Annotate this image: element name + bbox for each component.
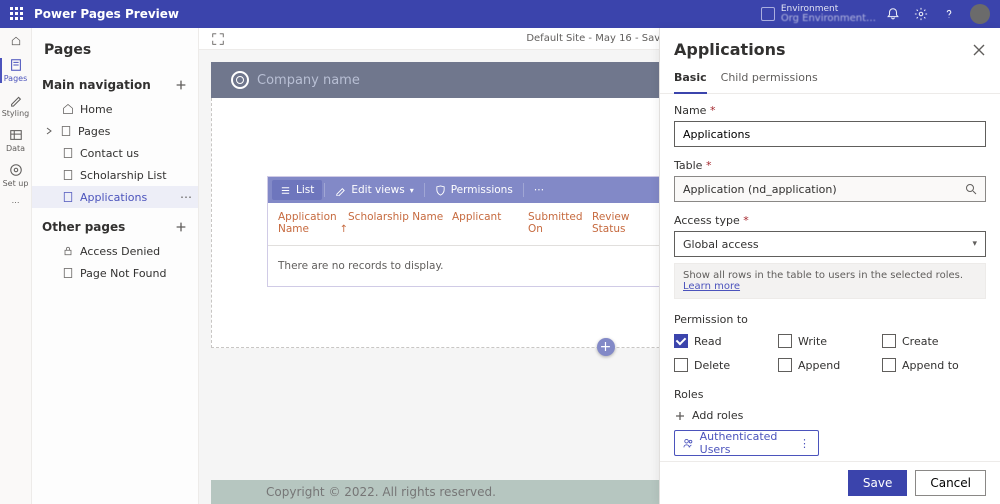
help-icon[interactable]	[942, 7, 956, 21]
data-icon	[9, 128, 23, 142]
shield-icon	[435, 185, 446, 196]
page-icon	[62, 147, 74, 159]
perm-append[interactable]: Append	[778, 358, 882, 372]
nav-rail: Pages Styling Data Set up ⋯	[0, 28, 32, 504]
list-tab[interactable]: List	[272, 180, 322, 200]
app-title: Power Pages Preview	[34, 7, 179, 21]
tree-applications[interactable]: Applications ⋯	[32, 186, 198, 208]
app-topbar: Power Pages Preview Environment Org Envi…	[0, 0, 1000, 28]
tree-scholarship[interactable]: Scholarship List	[32, 164, 198, 186]
permission-to-label: Permission to	[674, 313, 986, 326]
perm-read[interactable]: Read	[674, 334, 778, 348]
lock-icon	[62, 245, 74, 257]
table-label: Table	[674, 159, 702, 172]
other-pages-label: Other pages	[42, 220, 125, 234]
list-icon	[280, 185, 291, 196]
app-launcher-icon[interactable]	[10, 7, 24, 21]
settings-icon[interactable]	[914, 7, 928, 21]
sort-asc-icon: ↑	[340, 224, 348, 235]
close-icon[interactable]	[972, 43, 986, 57]
rail-more[interactable]: ⋯	[0, 194, 32, 211]
tab-basic[interactable]: Basic	[674, 65, 707, 94]
company-name[interactable]: Company name	[257, 73, 360, 88]
rail-home[interactable]	[0, 32, 32, 52]
name-label: Name	[674, 104, 706, 117]
chevron-down-icon: ▾	[410, 186, 414, 195]
list-more-button[interactable]: ⋯	[526, 180, 553, 200]
role-authenticated-users[interactable]: Authenticated Users ⋮	[674, 430, 819, 456]
add-page-icon[interactable]	[174, 78, 188, 92]
environment-value: Org Environment…	[781, 14, 876, 24]
page-icon	[62, 267, 74, 279]
chevron-right-icon	[44, 126, 54, 136]
save-button[interactable]: Save	[848, 470, 907, 496]
permissions-button[interactable]: Permissions	[427, 180, 521, 200]
page-icon	[62, 169, 74, 181]
rail-setup[interactable]: Set up	[0, 159, 32, 192]
page-icon	[62, 191, 74, 203]
permissions-flyout: Applications Basic Child permissions Nam…	[659, 28, 1000, 504]
tree-not-found[interactable]: Page Not Found	[32, 262, 198, 284]
learn-more-link[interactable]: Learn more	[683, 281, 740, 292]
edit-views-button[interactable]: Edit views ▾	[327, 180, 421, 200]
flyout-title: Applications	[674, 40, 786, 59]
role-more-icon[interactable]: ⋮	[799, 437, 810, 450]
notifications-icon[interactable]	[886, 7, 900, 21]
rail-styling[interactable]: Styling	[0, 89, 32, 122]
pages-panel: Pages Main navigation Home Pages Contact…	[32, 28, 199, 504]
tree-contact[interactable]: Contact us	[32, 142, 198, 164]
pages-panel-title: Pages	[32, 28, 198, 72]
rail-pages[interactable]: Pages	[0, 54, 32, 87]
more-icon: ⋯	[12, 198, 20, 207]
access-type-label: Access type	[674, 214, 740, 227]
add-section-button[interactable]: +	[597, 338, 615, 356]
tab-child-permissions[interactable]: Child permissions	[721, 65, 818, 93]
perm-write[interactable]: Write	[778, 334, 882, 348]
pages-icon	[9, 58, 23, 72]
tree-item-more-icon[interactable]: ⋯	[180, 190, 192, 204]
setup-icon	[9, 163, 23, 177]
home-page-icon	[62, 103, 74, 115]
name-input[interactable]	[674, 121, 986, 147]
roles-label: Roles	[674, 388, 986, 401]
tree-access-denied[interactable]: Access Denied	[32, 240, 198, 262]
more-icon: ⋯	[534, 184, 545, 196]
page-icon	[60, 125, 72, 137]
environment-icon	[761, 7, 775, 21]
home-icon	[9, 36, 23, 46]
rail-data[interactable]: Data	[0, 124, 32, 157]
table-select[interactable]: Application (nd_application)	[674, 176, 986, 202]
tree-home[interactable]: Home	[32, 98, 198, 120]
edit-icon	[335, 185, 346, 196]
chevron-down-icon: ▾	[972, 239, 977, 249]
add-other-page-icon[interactable]	[174, 220, 188, 234]
cancel-button[interactable]: Cancel	[915, 470, 986, 496]
perm-appendto[interactable]: Append to	[882, 358, 986, 372]
plus-icon	[674, 410, 686, 422]
add-roles-button[interactable]: Add roles	[674, 409, 986, 422]
tree-pages[interactable]: Pages	[32, 120, 198, 142]
styling-icon	[9, 93, 23, 107]
perm-create[interactable]: Create	[882, 334, 986, 348]
site-logo-icon	[231, 71, 249, 89]
people-icon	[683, 437, 694, 449]
expand-icon[interactable]	[211, 32, 225, 46]
environment-picker[interactable]: Environment Org Environment…	[761, 5, 876, 24]
access-type-select[interactable]: Global access ▾	[674, 231, 986, 257]
user-avatar[interactable]	[970, 4, 990, 24]
access-type-info: Show all rows in the table to users in t…	[674, 263, 986, 299]
perm-delete[interactable]: Delete	[674, 358, 778, 372]
main-navigation-label: Main navigation	[42, 78, 151, 92]
search-icon	[965, 183, 977, 195]
